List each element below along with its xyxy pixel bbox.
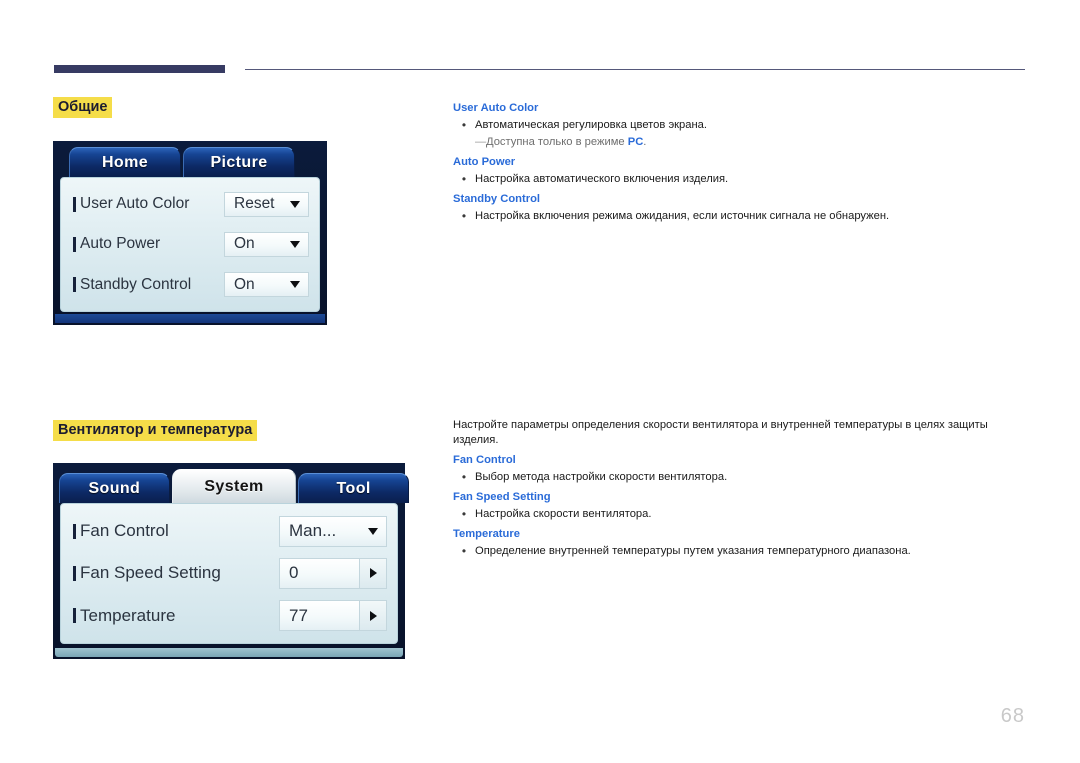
dropdown-auto-power[interactable]: On — [224, 231, 309, 257]
tab-system[interactable]: System — [171, 469, 297, 503]
dropdown-fan-control-value: Man... — [289, 521, 337, 541]
row-label-fan-speed-setting: Fan Speed Setting — [80, 563, 221, 583]
tab-tool[interactable]: Tool — [298, 473, 409, 503]
section-heading-general: Общие — [53, 97, 113, 118]
row-label-standby-control: Standby Control — [80, 275, 192, 293]
tab-home-label: Home — [101, 153, 149, 171]
term-standby-control: Standby Control — [453, 193, 541, 205]
row-marker-icon — [73, 196, 76, 212]
row-label-temperature: Temperature — [80, 605, 176, 625]
osd-tabrow-system: Sound System Tool — [53, 463, 411, 503]
term-auto-power: Auto Power — [453, 156, 516, 168]
row-marker-icon — [73, 236, 76, 252]
page-header-rule — [54, 62, 1025, 76]
header-rule-thick-bar — [54, 65, 225, 73]
tab-sound-label: Sound — [88, 479, 141, 497]
tab-picture-label: Picture — [210, 153, 268, 171]
osd-tabrow-general: Home Picture — [53, 141, 343, 177]
osd-rows-general: User Auto Color Reset Auto Power On Stan… — [61, 178, 319, 311]
chevron-down-icon — [360, 527, 386, 535]
note-text-prefix: Доступна только в режиме — [486, 136, 628, 148]
note-text-suffix: . — [643, 136, 647, 148]
bullet-item: • Настройка скорости вентилятора. — [453, 507, 1019, 522]
dropdown-fan-control[interactable]: Man... — [279, 515, 387, 547]
osd-panel-general: Home Picture User Auto Color Reset Auto … — [53, 141, 327, 325]
osd-footer-bar-general — [55, 314, 325, 323]
tab-home[interactable]: Home — [69, 147, 181, 177]
note-text-bold: PC — [627, 136, 644, 148]
row-marker-icon — [73, 565, 76, 581]
bullet-dot-icon: • — [461, 209, 467, 223]
row-label-fan-control: Fan Control — [80, 521, 169, 541]
page-number: 68 — [1000, 705, 1025, 727]
tab-tool-label: Tool — [336, 479, 371, 497]
bullet-text: Автоматическая регулировка цветов экрана… — [475, 119, 708, 131]
description-column-general: User Auto Color • Автоматическая регулир… — [453, 101, 1019, 226]
bullet-dot-icon: • — [461, 507, 467, 521]
chevron-right-icon[interactable] — [359, 601, 386, 631]
dropdown-auto-power-value: On — [234, 235, 255, 253]
row-marker-icon — [73, 277, 76, 293]
chevron-down-icon — [282, 240, 308, 248]
chevron-down-icon — [282, 281, 308, 289]
chevron-right-icon[interactable] — [359, 558, 386, 588]
intro-text: Настройте параметры определения скорости… — [453, 419, 988, 446]
bullet-text: Настройка автоматического включения изде… — [475, 173, 729, 185]
row-label-auto-power: Auto Power — [80, 235, 161, 253]
osd-tabbar-general: Home Picture User Auto Color Reset Auto … — [53, 141, 327, 325]
bullet-dot-icon: • — [461, 118, 467, 132]
row-marker-icon — [73, 608, 76, 624]
section-heading-fan-temperature: Вентилятор и температура — [53, 420, 258, 441]
description-column-fan-temperature: Настройте параметры определения скорости… — [453, 418, 1019, 561]
osd-tabbar-system: Sound System Tool Fan Control Man... Fan… — [53, 463, 409, 659]
bullet-item: • Настройка автоматического включения из… — [453, 172, 1019, 187]
osd-row-standby-control[interactable]: Standby Control On — [73, 265, 309, 305]
osd-body-general: User Auto Color Reset Auto Power On Stan… — [60, 177, 320, 312]
stepper-temperature-value: 77 — [289, 605, 308, 625]
osd-rows-system: Fan Control Man... Fan Speed Setting 0 T… — [61, 504, 397, 643]
note-text: Доступна только в режиме PC. — [486, 135, 1019, 150]
note-dash-icon: — — [475, 136, 487, 148]
bullet-text: Определение внутренней температуры путем… — [475, 545, 911, 557]
term-fan-speed-setting: Fan Speed Setting — [453, 491, 551, 503]
bullet-item: • Выбор метода настройки скорости вентил… — [453, 470, 1019, 485]
dropdown-user-auto-color[interactable]: Reset — [224, 191, 309, 217]
dropdown-standby-control[interactable]: On — [224, 272, 309, 298]
row-label-user-auto-color: User Auto Color — [80, 195, 190, 213]
osd-row-auto-power[interactable]: Auto Power On — [73, 224, 309, 264]
bullet-dot-icon: • — [461, 172, 467, 186]
bullet-text: Выбор метода настройки скорости вентилят… — [475, 471, 728, 483]
dropdown-standby-control-value: On — [234, 275, 255, 293]
stepper-fan-speed-setting[interactable]: 0 — [279, 557, 387, 589]
bullet-text: Настройка скорости вентилятора. — [475, 508, 652, 520]
osd-row-fan-control[interactable]: Fan Control Man... — [73, 510, 387, 552]
bullet-item: • Определение внутренней температуры пут… — [453, 544, 1019, 559]
header-rule-thin-line — [245, 69, 1025, 70]
tab-sound[interactable]: Sound — [59, 473, 170, 503]
bullet-dot-icon: • — [461, 470, 467, 484]
chevron-down-icon — [282, 200, 308, 208]
osd-body-system: Fan Control Man... Fan Speed Setting 0 T… — [60, 503, 398, 644]
term-temperature: Temperature — [453, 528, 520, 540]
osd-row-fan-speed-setting[interactable]: Fan Speed Setting 0 — [73, 552, 387, 594]
osd-panel-system: Sound System Tool Fan Control Man... Fan… — [53, 463, 409, 659]
tab-picture[interactable]: Picture — [183, 147, 295, 177]
bullet-item: • Настройка включения режима ожидания, е… — [453, 209, 1019, 224]
stepper-temperature[interactable]: 77 — [279, 600, 387, 632]
term-fan-control: Fan Control — [453, 454, 516, 466]
osd-row-user-auto-color[interactable]: User Auto Color Reset — [73, 184, 309, 224]
bullet-text: Настройка включения режима ожидания, есл… — [475, 210, 890, 222]
bullet-dot-icon: • — [461, 544, 467, 558]
note-pc-only: — Доступна только в режиме PC. — [453, 135, 1019, 150]
osd-row-temperature[interactable]: Temperature 77 — [73, 595, 387, 637]
stepper-fan-speed-setting-value: 0 — [289, 563, 299, 583]
row-marker-icon — [73, 523, 76, 539]
dropdown-user-auto-color-value: Reset — [234, 195, 275, 213]
osd-footer-bar-system — [55, 648, 403, 657]
bullet-item: • Автоматическая регулировка цветов экра… — [453, 118, 1019, 133]
tab-system-label: System — [204, 477, 264, 495]
term-user-auto-color: User Auto Color — [453, 102, 539, 114]
